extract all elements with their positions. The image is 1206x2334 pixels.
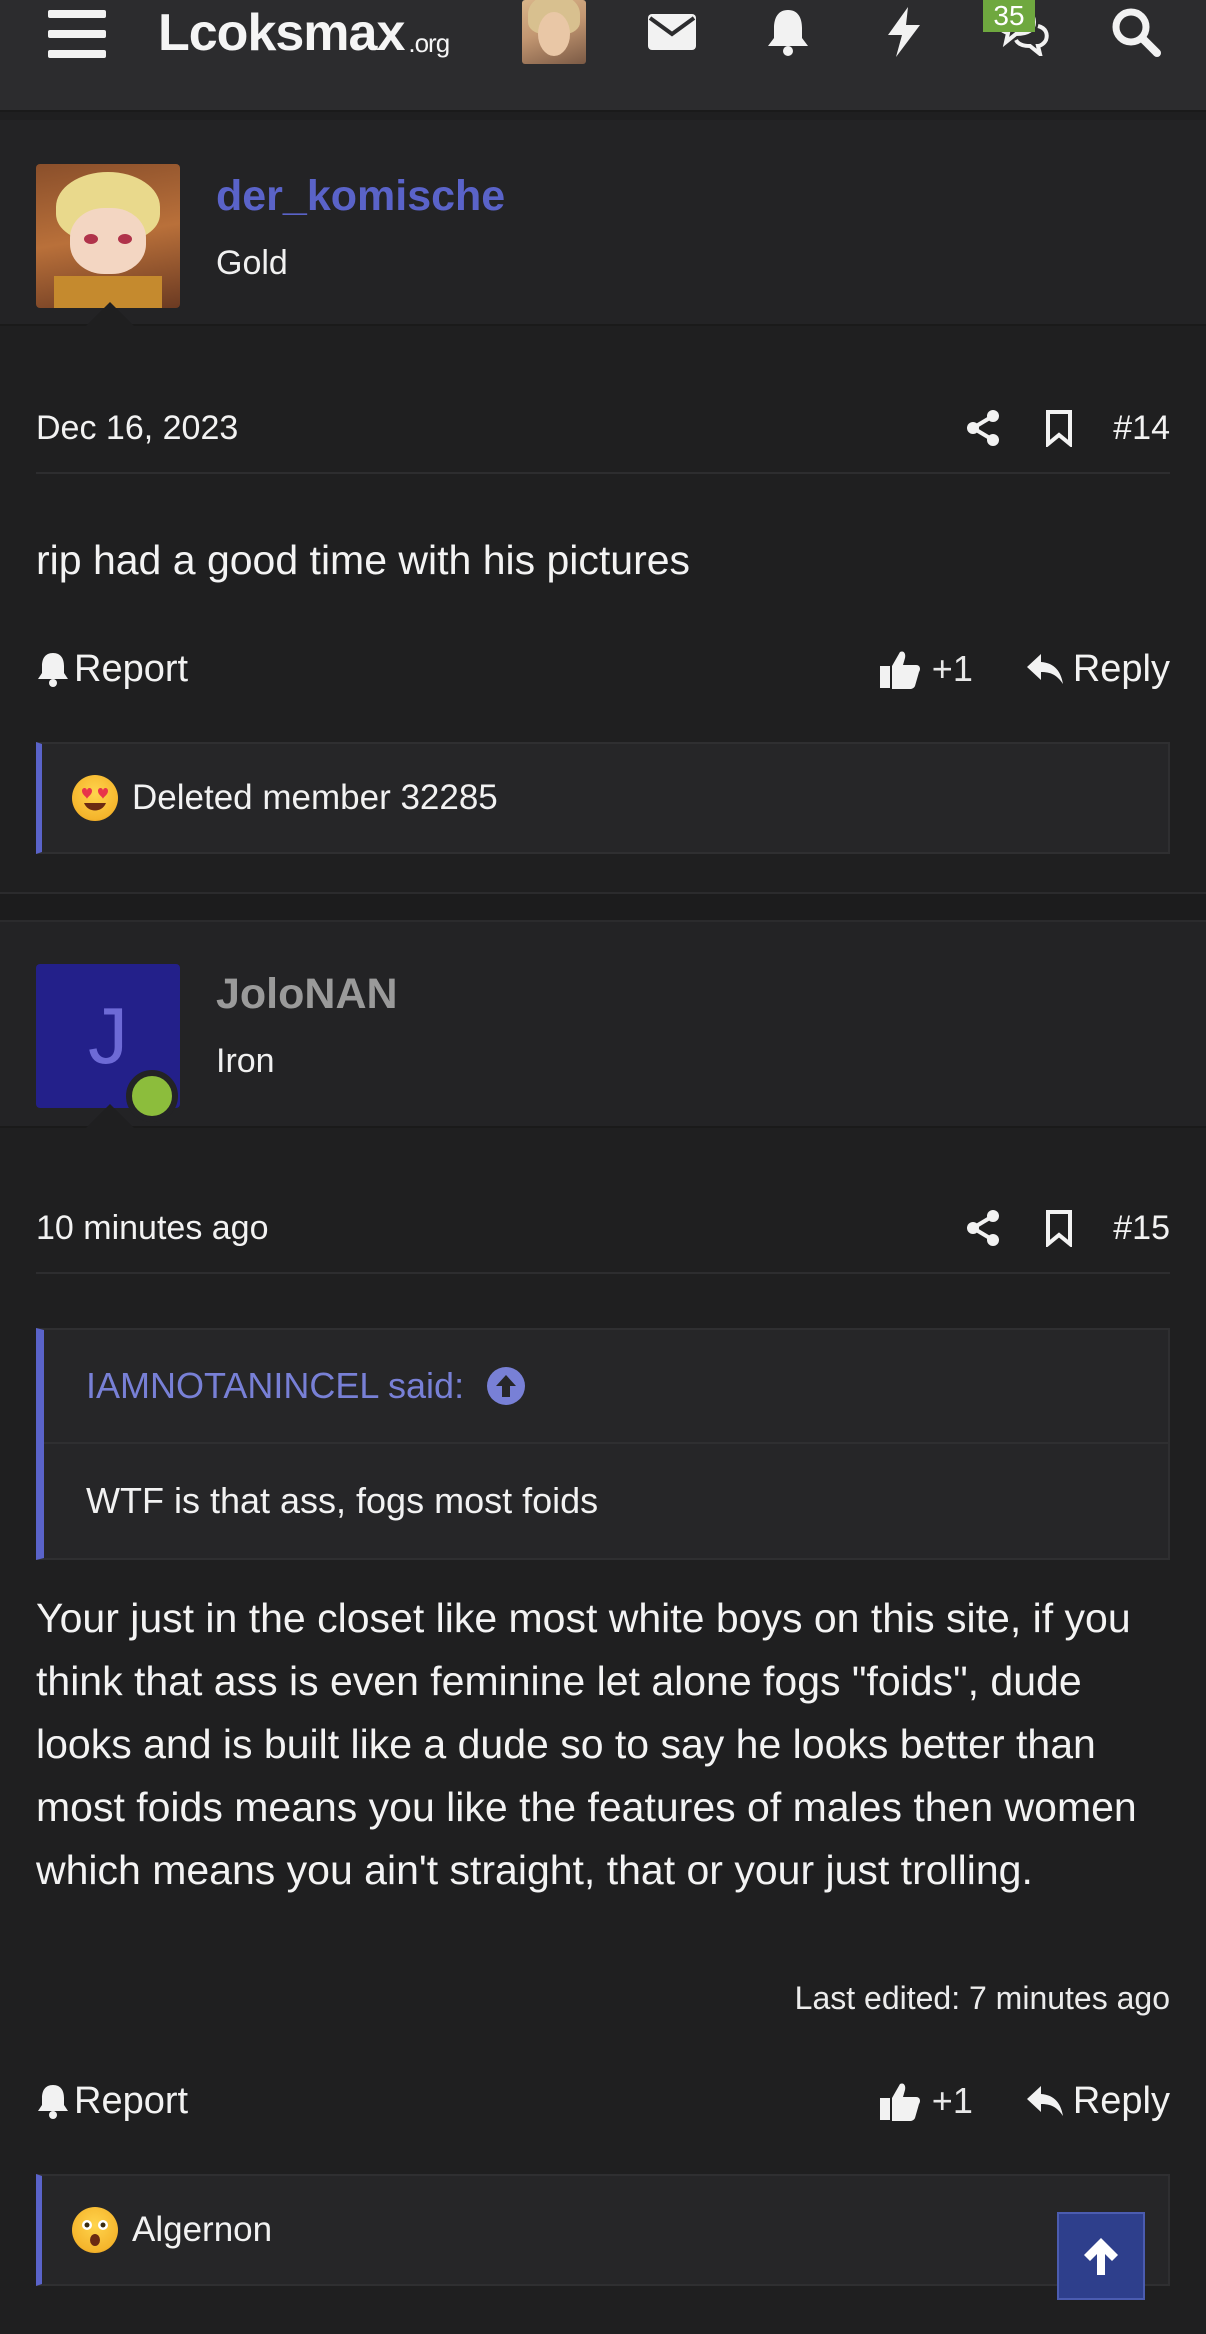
report-button[interactable]: Report [36,648,878,691]
like-count: +1 [931,2080,973,2121]
shocked-emoji [72,2207,118,2253]
top-navigation-bar: Lcoksmax .org 35 [0,0,1206,112]
heart-eyes-emoji [72,775,118,821]
menu-icon[interactable] [40,4,114,64]
like-button[interactable]: +1 [878,2080,973,2122]
reply-label: Reply [1072,2079,1170,2122]
bookmark-icon[interactable] [1045,1209,1073,1247]
envelope-icon[interactable] [640,2,704,62]
report-button[interactable]: Report [36,2080,878,2123]
reactions-bar[interactable]: Algernon [36,2174,1170,2286]
thumbs-up-icon [879,2083,920,2121]
arrow-up-circle-icon [487,1367,526,1405]
post-15-meta: 10 minutes ago #15 [36,1184,1170,1274]
reaction-user[interactable]: Deleted member 32285 [132,778,498,818]
quote-text: WTF is that ass, fogs most foids [86,1480,599,1521]
conversations-badge: 35 [983,0,1035,32]
arrow-up-icon [1084,2238,1118,2275]
avatar[interactable] [36,164,180,308]
search-icon[interactable] [1104,2,1168,62]
share-icon[interactable] [965,1209,1001,1247]
last-edited[interactable]: Last edited: 7 minutes ago [795,1980,1170,2017]
post-separator [0,892,1206,922]
bell-icon [38,2085,68,2119]
share-icon[interactable] [965,409,1001,447]
bell-icon[interactable] [756,2,820,62]
post-15-user-block: J JoloNAN Iron [0,922,1206,1128]
username[interactable]: JoloNAN [216,970,398,1019]
user-avatar[interactable] [522,0,586,64]
report-label: Report [74,2079,189,2122]
bell-icon [38,653,68,687]
reply-button[interactable]: Reply [1025,2080,1170,2123]
bookmark-icon[interactable] [1045,409,1073,447]
post-body: Your just in the closet like most white … [36,1595,1137,1893]
back-to-top-button[interactable] [1057,2212,1145,2300]
reaction-user[interactable]: Algernon [132,2210,272,2250]
like-count: +1 [931,648,973,689]
reply-label: Reply [1072,647,1170,690]
thumbs-up-icon [879,651,920,689]
reply-button[interactable]: Reply [1025,648,1170,691]
reply-icon [1026,2086,1063,2116]
report-label: Report [74,647,189,690]
post-date[interactable]: Dec 16, 2023 [36,409,943,448]
quote-block: IAMNOTANINCEL said: WTF is that ass, fog… [36,1328,1170,1560]
quote-header[interactable]: IAMNOTANINCEL said: [44,1330,1168,1444]
reply-icon [1026,654,1063,684]
site-logo[interactable]: Lcoksmax .org [158,2,450,64]
post-14-user-block: der_komische Gold [0,120,1206,326]
logo-text: Lcoksmax [158,4,405,62]
user-rank: Gold [216,244,288,282]
post-number[interactable]: #15 [1113,1209,1170,1248]
username[interactable]: der_komische [216,172,505,221]
post-15-actions: Report +1 Reply [36,2066,1170,2136]
post-body: rip had a good time with his pictures [36,537,691,583]
avatar-letter: J [88,991,128,1080]
post-number[interactable]: #14 [1113,409,1170,448]
logo-suffix: .org [408,27,450,58]
quote-author[interactable]: IAMNOTANINCEL said: [86,1365,464,1407]
like-button[interactable]: +1 [878,648,973,690]
post-14-meta: Dec 16, 2023 #14 [36,384,1170,474]
reactions-bar[interactable]: Deleted member 32285 [36,742,1170,854]
lightning-icon[interactable] [872,2,936,62]
user-rank: Iron [216,1042,275,1080]
post-date[interactable]: 10 minutes ago [36,1209,943,1248]
post-14-actions: Report +1 Reply [36,634,1170,704]
